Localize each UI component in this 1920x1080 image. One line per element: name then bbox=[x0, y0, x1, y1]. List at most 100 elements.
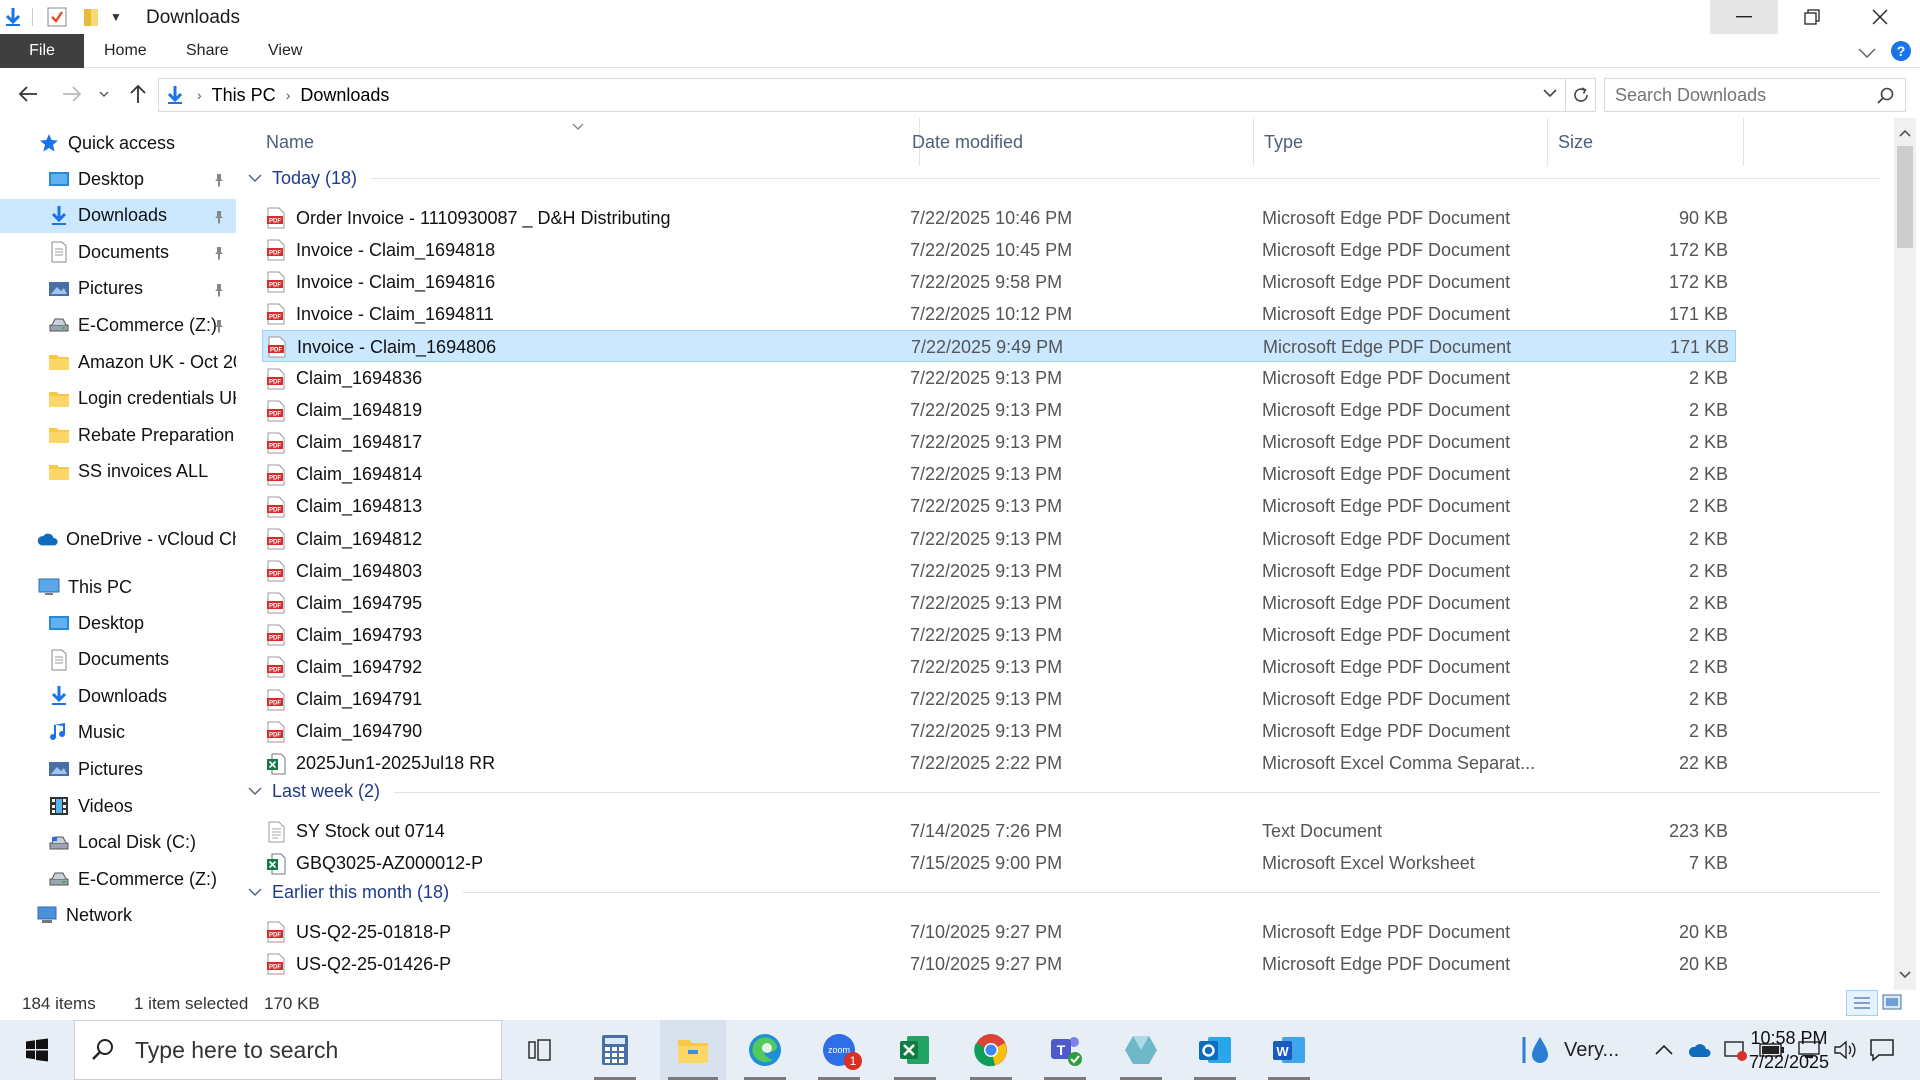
expand-ribbon-chevron-icon[interactable] bbox=[1858, 45, 1876, 63]
up-button[interactable] bbox=[124, 80, 152, 108]
new-folder-icon[interactable] bbox=[80, 6, 102, 28]
start-button[interactable] bbox=[8, 1020, 66, 1080]
taskbar-zoom[interactable]: zoom 1 bbox=[810, 1020, 868, 1080]
properties-icon[interactable] bbox=[46, 6, 68, 28]
nav-this-pc[interactable]: This PC bbox=[0, 570, 236, 604]
group-header[interactable]: Earlier this month (18) bbox=[248, 878, 1888, 906]
restore-button[interactable] bbox=[1778, 0, 1846, 34]
collapse-chevron-icon[interactable] bbox=[248, 174, 262, 183]
nav-quick-login-credentials-uk[interactable]: Login credentials UK bbox=[0, 382, 236, 416]
file-row[interactable]: PDF Claim_1694791 7/22/2025 9:13 PM Microso… bbox=[262, 684, 1736, 716]
column-header-name[interactable]: Name bbox=[256, 118, 920, 166]
tab-home[interactable]: Home bbox=[104, 34, 147, 68]
file-row[interactable]: PDF Claim_1694795 7/22/2025 9:13 PM Microso… bbox=[262, 587, 1736, 619]
details-view-button[interactable] bbox=[1846, 990, 1878, 1016]
taskbar-excel[interactable] bbox=[886, 1020, 944, 1080]
taskbar-outlook[interactable] bbox=[1186, 1020, 1244, 1080]
file-row[interactable]: PDF Invoice - Claim_1694818 7/22/2025 10:4… bbox=[262, 234, 1736, 266]
file-row[interactable]: PDF Claim_1694803 7/22/2025 9:13 PM Microso… bbox=[262, 555, 1736, 587]
file-row[interactable]: PDF Invoice - Claim_1694816 7/22/2025 9:58… bbox=[262, 266, 1736, 298]
file-row[interactable]: PDF Claim_1694813 7/22/2025 9:13 PM Microso… bbox=[262, 491, 1736, 523]
recent-locations-button[interactable] bbox=[96, 80, 112, 108]
address-history-chevron-icon[interactable] bbox=[1543, 89, 1557, 98]
scroll-down-icon[interactable] bbox=[1899, 966, 1911, 984]
file-row[interactable]: GBQ3025-AZ000012-P 7/15/2025 9:00 PM Micro… bbox=[262, 848, 1736, 880]
help-icon[interactable]: ? bbox=[1890, 40, 1912, 67]
file-row[interactable]: PDF Invoice - Claim_1694811 7/22/2025 10:1… bbox=[262, 298, 1736, 330]
nav-pc-local-disk-c[interactable]: Local Disk (C:) bbox=[0, 826, 236, 860]
taskbar-app-diamond[interactable] bbox=[1112, 1020, 1170, 1080]
file-row[interactable]: PDF Claim_1694812 7/22/2025 9:13 PM Microso… bbox=[262, 523, 1736, 555]
column-header-type[interactable]: Type bbox=[1254, 118, 1548, 166]
notifications-button[interactable] bbox=[1856, 1020, 1908, 1080]
column-header-date-modified[interactable]: Date modified bbox=[902, 118, 1254, 166]
tab-view[interactable]: View bbox=[268, 34, 302, 68]
nav-pc-pictures[interactable]: Pictures bbox=[0, 752, 236, 786]
taskbar-calculator[interactable] bbox=[586, 1020, 644, 1080]
nav-pc-documents[interactable]: Documents bbox=[0, 643, 236, 677]
file-row[interactable]: PDF Claim_1694819 7/22/2025 9:13 PM Microso… bbox=[262, 395, 1736, 427]
group-header[interactable]: Last week (2) bbox=[248, 778, 1888, 806]
search-icon[interactable] bbox=[1877, 87, 1895, 105]
nav-quick-ss-invoices-all[interactable]: SS invoices ALL bbox=[0, 455, 236, 489]
onedrive-tray-icon[interactable] bbox=[1687, 1042, 1711, 1058]
quick-access-downloads-icon[interactable] bbox=[2, 6, 24, 28]
nav-quick-desktop[interactable]: Desktop bbox=[0, 162, 236, 196]
show-hidden-icons-chevron-icon[interactable] bbox=[1655, 1044, 1673, 1056]
breadcrumb-separator-icon[interactable]: › bbox=[197, 87, 202, 103]
pin-icon[interactable] bbox=[212, 208, 228, 224]
taskbar-search-box[interactable]: Type here to search bbox=[74, 1020, 502, 1080]
vertical-scrollbar[interactable] bbox=[1894, 118, 1916, 990]
taskbar-clock[interactable]: 10:58 PM 7/22/2025 bbox=[1724, 1026, 1854, 1074]
nav-quick-pictures[interactable]: Pictures bbox=[0, 272, 236, 306]
file-row[interactable]: PDF US-Q2-25-01426-P 7/10/2025 9:27 PM Micr… bbox=[262, 948, 1736, 980]
scroll-up-icon[interactable] bbox=[1899, 124, 1911, 142]
group-header[interactable]: Today (18) bbox=[248, 164, 1888, 192]
nav-quick-amazon-uk-oct-20[interactable]: Amazon UK - Oct 20 bbox=[0, 345, 236, 379]
customize-toolbar-chevron-icon[interactable]: ▼ bbox=[108, 6, 124, 28]
breadcrumb-separator-icon[interactable]: › bbox=[286, 87, 291, 103]
file-row[interactable]: 2025Jun1-2025Jul18 RR 7/22/2025 2:22 PM Mi… bbox=[262, 748, 1736, 780]
nav-pc-e-commerce-z[interactable]: E-Commerce (Z:) bbox=[0, 862, 236, 896]
back-button[interactable] bbox=[14, 80, 42, 108]
nav-onedrive[interactable]: OneDrive - vCloud Ch bbox=[0, 522, 236, 556]
file-row[interactable]: PDF Order Invoice - 1110930087 _ D&H Dist… bbox=[262, 202, 1736, 234]
file-row[interactable]: SY Stock out 0714 7/14/2025 7:26 PM Text D… bbox=[262, 816, 1736, 848]
nav-pc-downloads[interactable]: Downloads bbox=[0, 679, 236, 713]
pin-icon[interactable] bbox=[212, 317, 228, 334]
nav-pc-music[interactable]: Music bbox=[0, 716, 236, 750]
nav-quick-e-commerce-z[interactable]: E-Commerce (Z:) bbox=[0, 308, 236, 342]
breadcrumb-this-pc[interactable]: This PC bbox=[212, 85, 276, 106]
nav-quick-documents[interactable]: Documents bbox=[0, 235, 236, 269]
file-row[interactable]: PDF Claim_1694836 7/22/2025 9:13 PM Microso… bbox=[262, 363, 1736, 395]
nav-network[interactable]: Network bbox=[0, 898, 236, 932]
address-bar[interactable]: › This PC › Downloads bbox=[158, 78, 1566, 112]
weather-widget[interactable]: Very... bbox=[1520, 1033, 1619, 1067]
collapse-chevron-icon[interactable] bbox=[248, 787, 262, 796]
nav-pc-videos[interactable]: Videos bbox=[0, 789, 236, 823]
pin-icon[interactable] bbox=[212, 171, 228, 187]
file-row[interactable]: PDF US-Q2-25-01818-P 7/10/2025 9:27 PM Micr… bbox=[262, 916, 1736, 948]
pin-icon[interactable] bbox=[212, 281, 228, 297]
close-button[interactable] bbox=[1846, 0, 1914, 34]
forward-button[interactable] bbox=[58, 80, 86, 108]
search-box[interactable] bbox=[1604, 78, 1906, 112]
file-row[interactable]: PDF Claim_1694793 7/22/2025 9:13 PM Microso… bbox=[262, 619, 1736, 651]
nav-quick-access[interactable]: Quick access bbox=[0, 126, 236, 160]
breadcrumb-downloads[interactable]: Downloads bbox=[300, 85, 389, 106]
minimize-button[interactable] bbox=[1710, 0, 1778, 34]
taskbar-edge[interactable] bbox=[736, 1020, 794, 1080]
collapse-chevron-icon[interactable] bbox=[248, 888, 262, 897]
nav-pc-desktop[interactable]: Desktop bbox=[0, 606, 236, 640]
taskbar-teams[interactable]: T bbox=[1036, 1020, 1094, 1080]
file-row[interactable]: PDF Claim_1694792 7/22/2025 9:13 PM Microso… bbox=[262, 651, 1736, 683]
file-row[interactable]: PDF Invoice - Claim_1694806 7/22/2025 9:49… bbox=[262, 330, 1736, 363]
tab-file[interactable]: File bbox=[0, 34, 84, 68]
search-input[interactable] bbox=[1605, 79, 1855, 111]
large-icons-view-button[interactable] bbox=[1882, 994, 1902, 1015]
taskbar-file-explorer[interactable] bbox=[660, 1020, 726, 1080]
tab-share[interactable]: Share bbox=[186, 34, 229, 68]
file-row[interactable]: PDF Claim_1694814 7/22/2025 9:13 PM Microso… bbox=[262, 459, 1736, 491]
refresh-button[interactable] bbox=[1566, 78, 1596, 112]
nav-quick-rebate-preparation[interactable]: Rebate Preparation bbox=[0, 418, 236, 452]
